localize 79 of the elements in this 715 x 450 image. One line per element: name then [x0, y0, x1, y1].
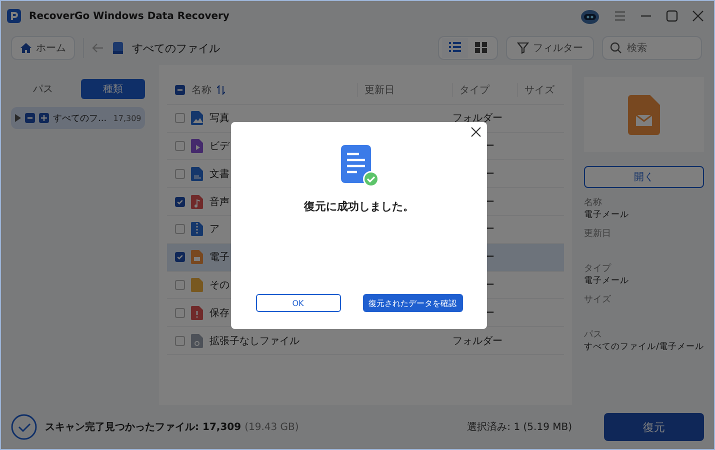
list-view-button[interactable] [442, 38, 468, 58]
menu-icon [614, 11, 626, 21]
file-name: 電子 [209, 251, 230, 264]
recover-button[interactable]: 復元 [604, 413, 704, 441]
warning-file-icon [191, 306, 204, 320]
check-circle-icon [11, 414, 37, 440]
video-file-icon [191, 138, 204, 153]
category-item[interactable]: すべてのフ... 17,309 [11, 107, 146, 129]
detail-value: すべてのファイル/電子メール [584, 341, 704, 353]
sidebar-tab[interactable]: パス [11, 79, 76, 99]
detail-label: 名称 [584, 196, 604, 209]
back-arrow-icon [92, 43, 104, 53]
mail-file-icon [191, 250, 204, 264]
checkbox[interactable] [175, 113, 186, 124]
detail-label: 更新日 [584, 228, 612, 240]
file-name: 音声 [209, 196, 230, 209]
image-file-icon [191, 111, 204, 126]
filter-button[interactable]: フィルター [506, 36, 594, 60]
file-name: 文書 [209, 168, 230, 181]
sidebar-tab[interactable]: 種類 [81, 79, 146, 99]
file-name: 保存 [209, 306, 230, 320]
category-grid-icon [39, 113, 49, 123]
selection-info: 選択済み: 1 (5.19 MB) [467, 420, 572, 434]
checkbox[interactable] [175, 252, 186, 262]
drive-icon [112, 41, 124, 55]
checkbox[interactable] [175, 224, 186, 234]
detail-label: パス [584, 329, 604, 341]
view-recovered-data-button[interactable]: 復元されたデータを確認 [362, 294, 462, 312]
file-count: 17,309 [113, 114, 142, 122]
detail-value: 電子メール [584, 275, 630, 287]
detail-value: 電子メール [584, 209, 630, 221]
checkbox[interactable] [175, 280, 186, 290]
checkbox[interactable] [175, 140, 186, 151]
file-type: フォルダー [452, 113, 502, 124]
checkbox[interactable] [175, 336, 186, 346]
column-header[interactable]: 更新日 [364, 85, 394, 96]
file-name: ビデ [209, 140, 230, 153]
unknown-file-icon [191, 334, 204, 348]
category-label: すべてのフ... [53, 112, 108, 124]
column-header[interactable]: 名称 [191, 83, 212, 98]
partial-checkbox-icon [175, 85, 186, 96]
file-name: 写真 [209, 112, 230, 126]
file-icon [191, 278, 204, 292]
file-name: 拡張子なしファイル [209, 334, 300, 348]
detail-label: タイプ [584, 262, 612, 275]
dialog-message: 復元に成功しました。 [304, 199, 414, 214]
mail-file-icon [628, 94, 660, 134]
checkbox[interactable] [175, 168, 186, 179]
column-header[interactable]: サイズ [524, 85, 554, 96]
grid-icon [474, 40, 488, 52]
close-icon [692, 10, 704, 22]
robot-icon [580, 8, 600, 24]
archive-file-icon [191, 222, 204, 236]
home-icon [20, 42, 32, 54]
open-button[interactable]: 開く [584, 166, 704, 188]
file-type: フォルダー [452, 336, 502, 347]
document-file-icon [191, 166, 204, 181]
window-title: RecoverGo Windows Data Recovery [29, 10, 230, 22]
search-field[interactable]: 検索 [602, 36, 702, 60]
checkbox[interactable] [175, 308, 186, 318]
list-icon [448, 40, 462, 52]
column-header[interactable]: タイプ [459, 85, 490, 96]
location-label: すべてのファイル [132, 40, 220, 56]
search-icon [610, 42, 622, 54]
app-logo-icon [7, 9, 21, 23]
funnel-icon [517, 42, 529, 54]
ok-button[interactable]: OK [256, 294, 340, 312]
expand-arrow-icon [15, 114, 21, 122]
checkbox[interactable] [175, 196, 186, 207]
file-name: その [209, 278, 230, 292]
scan-summary: スキャン完了見つかったファイル: 17,309 (19.43 GB) [45, 420, 299, 434]
close-icon [471, 127, 481, 137]
audio-file-icon [191, 194, 204, 209]
file-name: ア [209, 223, 220, 236]
detail-label: サイズ [584, 294, 612, 306]
partial-checkbox-icon [25, 113, 35, 123]
maximize-icon [666, 10, 678, 22]
sort-icon [217, 85, 226, 96]
home-button[interactable]: ホーム [11, 36, 75, 60]
